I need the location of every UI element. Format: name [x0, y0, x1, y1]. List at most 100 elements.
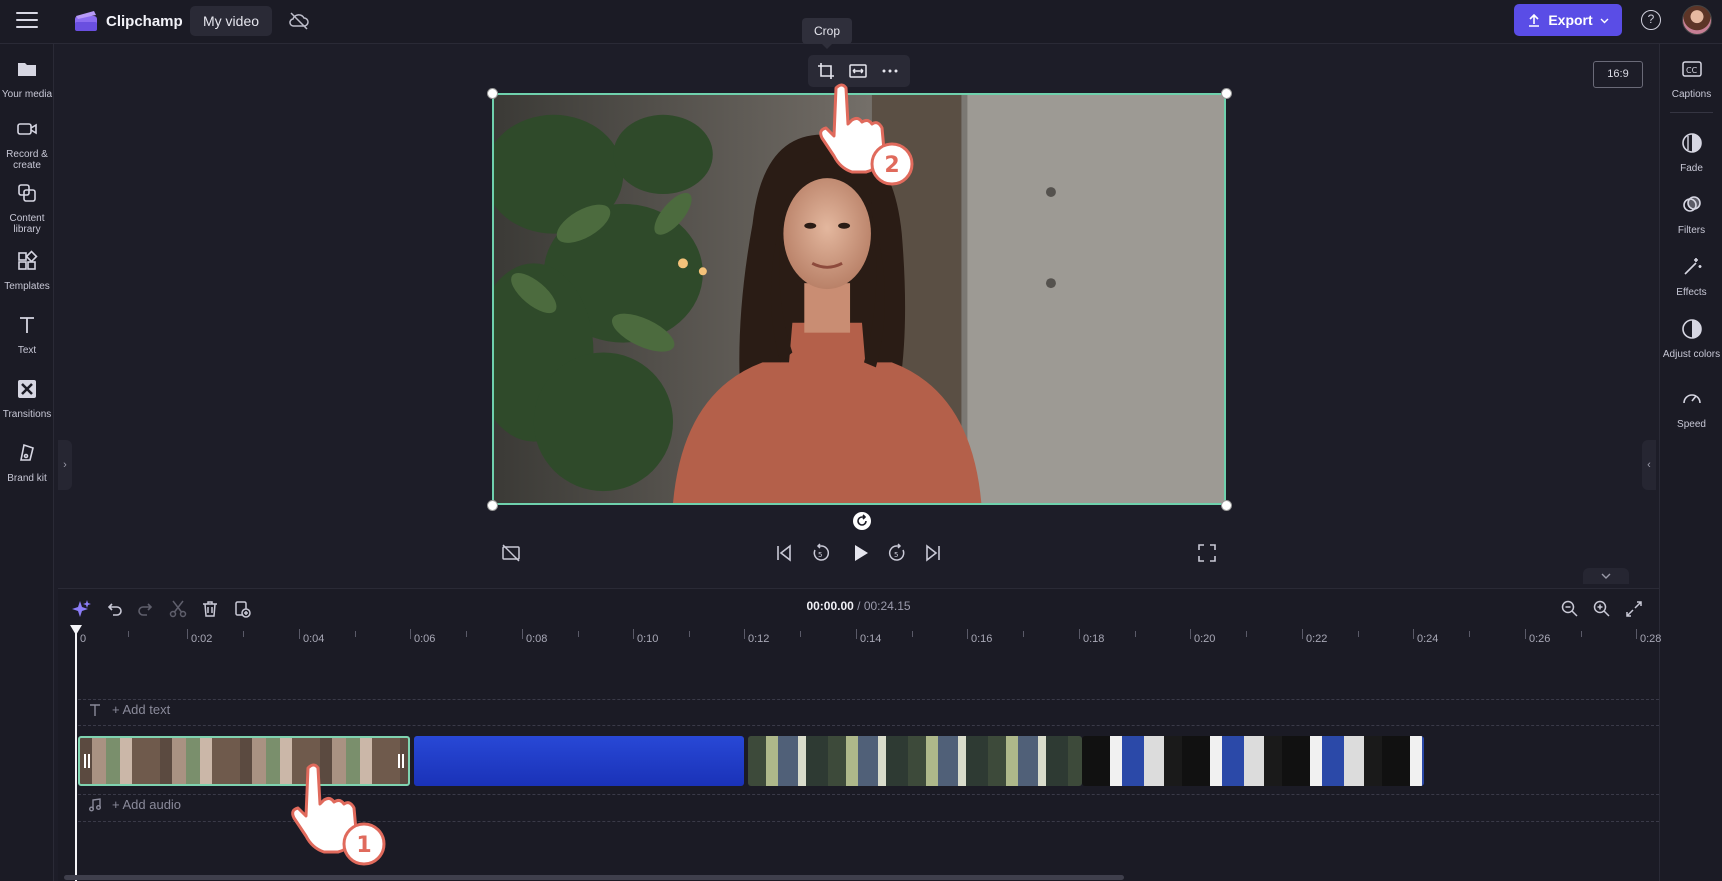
svg-text:5: 5 — [894, 551, 898, 559]
play-icon[interactable] — [849, 542, 871, 564]
sidebar-item-label: Fade — [1680, 163, 1703, 174]
sidebar-item-your-media[interactable]: Your media — [0, 58, 54, 100]
fullscreen-icon[interactable] — [1196, 542, 1218, 564]
effects-icon — [1683, 258, 1701, 275]
crop-icon[interactable] — [816, 61, 836, 81]
svg-text:5: 5 — [818, 551, 822, 559]
cloud-off-icon[interactable] — [288, 11, 310, 31]
video-clip[interactable] — [1082, 736, 1424, 786]
text-icon — [20, 317, 34, 333]
sidebar-item-brand-kit[interactable]: Brand kit — [0, 442, 54, 484]
ruler-tick — [299, 629, 300, 639]
fit-icon[interactable] — [848, 61, 868, 81]
ruler-tick — [1636, 629, 1637, 639]
ruler-tick — [466, 631, 467, 637]
expand-left-panel-button[interactable]: › — [58, 440, 72, 490]
sidebar-item-effects[interactable]: Effects — [1660, 256, 1722, 298]
menu-icon[interactable] — [16, 12, 38, 30]
sidebar-item-label: Filters — [1677, 225, 1706, 236]
captions-icon: CC — [1681, 61, 1702, 77]
folder-icon — [18, 63, 36, 76]
resize-handle-bottom-left[interactable] — [487, 500, 498, 511]
forward-5s-icon[interactable]: 5 — [886, 542, 908, 564]
zoom-out-icon[interactable] — [1560, 599, 1580, 619]
ruler-tick — [1358, 631, 1359, 637]
trim-handle-right[interactable] — [398, 754, 404, 768]
trim-handle-left[interactable] — [84, 754, 90, 768]
sidebar-item-record-create[interactable]: Record & create — [0, 118, 54, 171]
collapse-timeline-button[interactable] — [1583, 568, 1629, 584]
ruler-label: 0:02 — [191, 633, 213, 645]
total-time: 00:24.15 — [863, 599, 911, 613]
sidebar-item-templates[interactable]: Templates — [0, 250, 54, 292]
timeline-scrollbar[interactable] — [64, 875, 1124, 880]
resize-handle-bottom-right[interactable] — [1221, 500, 1232, 511]
clipchamp-editor: Clipchamp My video Export ? Your media R… — [0, 0, 1722, 881]
rotate-handle[interactable] — [853, 512, 871, 530]
track-divider — [78, 699, 1659, 700]
ruler-label: 0:06 — [414, 633, 436, 645]
ruler-tick — [633, 629, 634, 639]
ruler-tick — [187, 629, 188, 639]
ruler-tick — [578, 631, 579, 637]
rewind-5s-icon[interactable]: 5 — [810, 542, 832, 564]
fade-icon — [1681, 133, 1702, 153]
ruler-tick — [912, 631, 913, 637]
sidebar-item-label: Speed — [1677, 419, 1706, 430]
step-1-badge: 1 — [356, 833, 371, 858]
add-audio-label: + Add audio — [112, 797, 182, 812]
sidebar-item-adjust-colors[interactable]: Adjust colors — [1660, 318, 1722, 360]
ruler-tick — [800, 631, 801, 637]
video-clip[interactable] — [414, 736, 744, 786]
project-name-field[interactable]: My video — [190, 6, 273, 36]
ruler-label: 0:22 — [1306, 633, 1328, 645]
ruler-label: 0:04 — [303, 633, 325, 645]
ruler-tick — [410, 629, 411, 639]
sidebar-item-label: Transitions — [2, 409, 52, 420]
chevron-down-icon — [1601, 573, 1611, 579]
ruler-tick — [967, 629, 968, 639]
clipchamp-logo-icon — [75, 11, 97, 31]
ruler-label: 0:26 — [1529, 633, 1551, 645]
help-icon[interactable]: ? — [1641, 10, 1661, 30]
resize-handle-top-right[interactable] — [1221, 88, 1232, 99]
sidebar-item-fade[interactable]: Fade — [1660, 132, 1722, 174]
add-text-track[interactable]: + Add text — [88, 702, 170, 717]
aspect-ratio-button[interactable]: 16:9 — [1593, 61, 1643, 88]
add-audio-track[interactable]: + Add audio — [88, 797, 181, 812]
zoom-in-icon[interactable] — [1592, 599, 1612, 619]
resize-handle-top-left[interactable] — [487, 88, 498, 99]
time-ruler[interactable]: 0 0:02 0:04 0:06 0:08 0:10 0:12 0:14 0:1 — [72, 629, 1661, 653]
text-icon — [90, 703, 100, 716]
speed-icon — [1682, 394, 1701, 404]
sidebar-item-captions[interactable]: CC Captions — [1660, 58, 1722, 100]
fit-timeline-icon[interactable] — [1624, 599, 1644, 619]
avatar[interactable] — [1682, 5, 1712, 35]
sidebar-item-content-library[interactable]: Content library — [0, 182, 54, 235]
hide-preview-icon[interactable] — [500, 542, 522, 564]
ruler-label: 0:18 — [1083, 633, 1105, 645]
ruler-label: 0:20 — [1194, 633, 1216, 645]
templates-icon — [18, 250, 38, 270]
sidebar-item-label: Record & create — [6, 149, 48, 171]
sidebar-item-speed[interactable]: Speed — [1660, 388, 1722, 430]
right-sidebar: CC Captions Fade Filters Effects Adjust … — [1659, 44, 1722, 881]
brand-kit-icon — [20, 443, 34, 461]
divider — [1670, 112, 1713, 113]
sidebar-item-text[interactable]: Text — [0, 314, 54, 356]
expand-right-panel-button[interactable]: ‹ — [1642, 440, 1656, 490]
skip-to-end-icon[interactable] — [922, 542, 944, 564]
sidebar-item-filters[interactable]: Filters — [1660, 194, 1722, 236]
export-button[interactable]: Export — [1514, 4, 1622, 36]
sidebar-item-label: Effects — [1676, 287, 1707, 298]
more-options-icon[interactable] — [880, 61, 900, 81]
rotate-icon — [857, 514, 867, 526]
video-clip[interactable] — [748, 736, 1082, 786]
ruler-tick — [1079, 629, 1080, 639]
sidebar-item-label: Templates — [4, 281, 50, 292]
top-bar: Clipchamp My video Export ? — [0, 0, 1722, 44]
skip-to-start-icon[interactable] — [773, 542, 795, 564]
sidebar-item-transitions[interactable]: Transitions — [0, 378, 54, 420]
time-display: 00:00.00 / 00:24.15 — [58, 599, 1659, 613]
playhead[interactable] — [75, 633, 77, 881]
